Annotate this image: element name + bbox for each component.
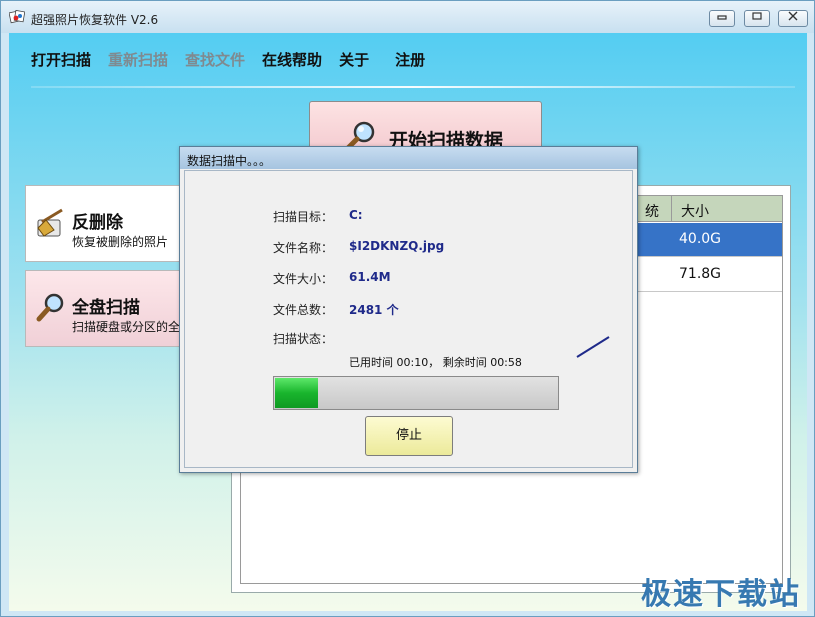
undelete-title: 反删除	[72, 213, 123, 233]
row-size: 40.0G	[679, 231, 722, 247]
magnifier-icon	[36, 293, 64, 322]
target-label: 扫描目标：	[273, 210, 334, 224]
stop-button[interactable]: 停止	[365, 416, 453, 456]
status-label: 扫描状态：	[273, 332, 334, 346]
full-scan-title: 全盘扫描	[72, 298, 140, 318]
row-size: 71.8G	[679, 266, 722, 282]
menu-register[interactable]: 注册	[395, 49, 425, 69]
filename-value: $I2DKNZQ.jpg	[349, 239, 445, 253]
minimize-button[interactable]	[709, 10, 735, 27]
dialog-body: 扫描目标： C: 文件名称： $I2DKNZQ.jpg 文件大小： 61.4M …	[184, 170, 633, 468]
filecount-value: 2481 个	[349, 303, 399, 317]
watermark-text: 极速下载站	[641, 577, 801, 612]
close-button[interactable]	[778, 10, 808, 27]
menu-divider	[31, 86, 795, 88]
close-icon	[788, 11, 798, 21]
menu-rescan[interactable]: 重新扫描	[108, 49, 168, 69]
maximize-icon	[752, 12, 762, 20]
column-header-fs[interactable]: 统	[645, 201, 659, 221]
scan-progress-dialog: 数据扫描中。。。 扫描目标： C: 文件名称： $I2DKNZQ.jpg 文件大…	[179, 146, 638, 473]
full-scan-subtitle: 扫描硬盘或分区的全	[72, 320, 181, 334]
broom-icon	[37, 208, 63, 237]
menu-bar: 打开扫描 重新扫描 查找文件 在线帮助 关于 注册	[31, 49, 442, 69]
scan-progress-bar	[273, 376, 559, 410]
dialog-title: 数据扫描中。。。	[187, 154, 272, 168]
column-divider[interactable]	[671, 196, 672, 222]
undelete-subtitle: 恢复被删除的照片	[72, 235, 169, 249]
menu-online-help[interactable]: 在线帮助	[262, 49, 322, 69]
app-window: 超强照片恢复软件 V2.6 打开扫描 重新扫描 查找文件 在线帮助 关于 注册	[0, 0, 815, 617]
target-value: C:	[349, 208, 363, 222]
dialog-title-bar[interactable]: 数据扫描中。。。	[180, 147, 637, 169]
maximize-button[interactable]	[744, 10, 770, 27]
busy-spinner-icon	[576, 336, 610, 358]
menu-find-file[interactable]: 查找文件	[185, 49, 245, 69]
progress-fill	[275, 378, 318, 408]
menu-about[interactable]: 关于	[339, 49, 369, 69]
column-header-size[interactable]: 大小	[681, 201, 709, 221]
minimize-icon	[717, 15, 727, 20]
filesize-value: 61.4M	[349, 270, 391, 284]
filename-label: 文件名称：	[273, 241, 334, 255]
filecount-label: 文件总数：	[273, 303, 334, 317]
window-title: 超强照片恢复软件 V2.6	[31, 13, 159, 27]
filesize-label: 文件大小：	[273, 272, 334, 286]
app-icon	[9, 10, 25, 24]
elapsed-remaining-time: 已用时间 00:10， 剩余时间 00:58	[349, 356, 522, 369]
menu-open-scan[interactable]: 打开扫描	[31, 49, 91, 69]
title-bar[interactable]: 超强照片恢复软件 V2.6	[1, 1, 814, 33]
